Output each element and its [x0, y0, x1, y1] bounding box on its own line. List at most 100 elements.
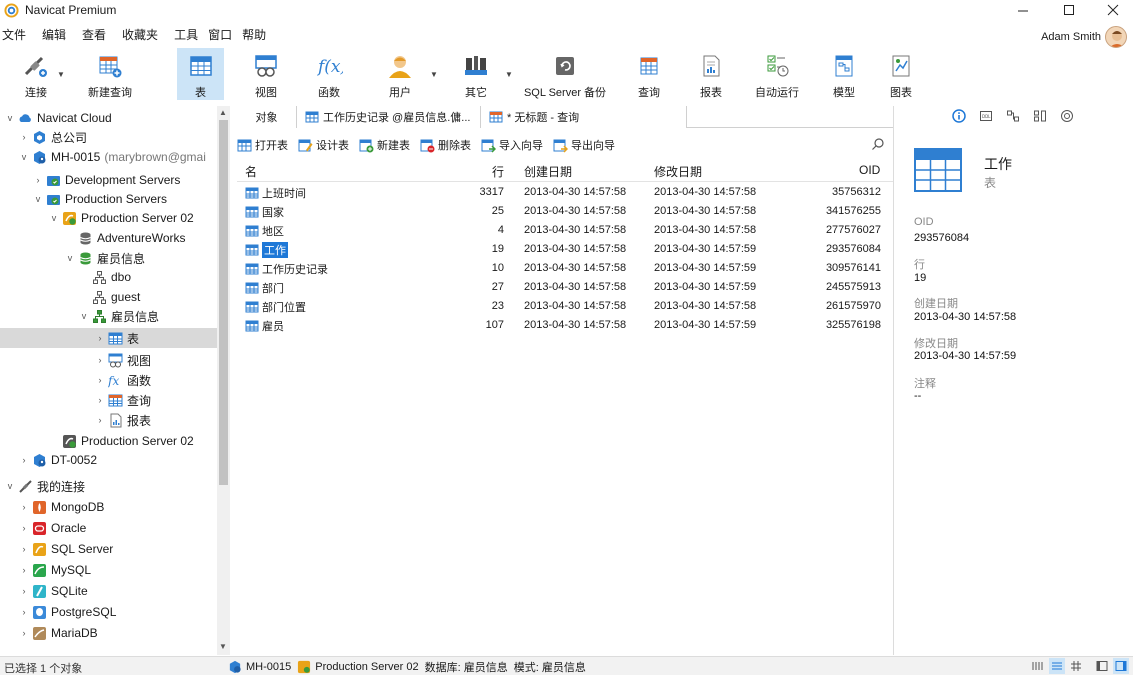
- user-dropdown-icon[interactable]: ▼: [430, 70, 438, 79]
- table-row[interactable]: 上班时间 3317 2013-04-30 14:57:58 2013-04-30 14…: [237, 184, 893, 203]
- tree-node-guest[interactable]: guest: [78, 287, 140, 307]
- collapse-icon[interactable]: ›: [18, 132, 30, 142]
- column-header-name[interactable]: 名: [245, 163, 257, 180]
- expand-icon[interactable]: v: [18, 152, 30, 162]
- tree-node-my-connections[interactable]: v 我的连接: [4, 476, 85, 496]
- menu-favorites[interactable]: 收藏夹: [114, 26, 166, 43]
- list-view-icon[interactable]: [1030, 658, 1046, 674]
- collapse-icon[interactable]: ›: [94, 355, 106, 365]
- toggle-nav-pane-icon[interactable]: [1094, 658, 1110, 674]
- expand-icon[interactable]: v: [48, 213, 60, 223]
- tree-node-prod-server-02[interactable]: v Production Server 02: [48, 208, 194, 228]
- new-table-button[interactable]: 新建表: [359, 137, 410, 153]
- collapse-icon[interactable]: ›: [18, 628, 30, 638]
- backup-toolbar-button[interactable]: SQL Server 备份: [524, 48, 606, 100]
- open-table-button[interactable]: 打开表: [237, 137, 288, 153]
- connect-dropdown-icon[interactable]: ▼: [57, 70, 65, 79]
- collapse-icon[interactable]: ›: [18, 544, 30, 554]
- tree-scrollbar[interactable]: ▲ ▼: [217, 106, 230, 655]
- expand-icon[interactable]: v: [78, 311, 90, 321]
- tree-node-adventureworks[interactable]: AdventureWorks: [64, 228, 185, 248]
- user-toolbar-button[interactable]: 用户: [382, 48, 418, 100]
- other-toolbar-button[interactable]: 其它: [456, 48, 496, 100]
- expand-icon[interactable]: v: [32, 194, 44, 204]
- table-row[interactable]: 工作 19 2013-04-30 14:57:58 2013-04-30 14:57:…: [237, 241, 893, 260]
- tree-node-prod-servers[interactable]: v Production Servers: [32, 189, 167, 209]
- report-toolbar-button[interactable]: 报表: [693, 48, 729, 100]
- chart-toolbar-button[interactable]: 图表: [883, 48, 919, 100]
- expand-icon[interactable]: v: [64, 253, 76, 263]
- tree-node-queries[interactable]: › 查询: [94, 390, 152, 410]
- collapse-icon[interactable]: ›: [18, 523, 30, 533]
- tree-node-sqlserver[interactable]: › SQL Server: [18, 539, 114, 559]
- tree-node-postgresql[interactable]: › PostgreSQL: [18, 602, 117, 622]
- detail-view-icon[interactable]: [1049, 658, 1065, 674]
- expand-icon[interactable]: v: [4, 113, 16, 123]
- user-account[interactable]: Adam Smith: [1041, 24, 1127, 50]
- minimize-button[interactable]: [1000, 0, 1046, 20]
- tree-node-dt0052[interactable]: › DT-0052: [18, 450, 98, 470]
- tree-node-mh0015[interactable]: v MH-0015 (marybrown@gmai: [18, 147, 206, 167]
- tree-node-navicat-cloud[interactable]: v Navicat Cloud: [4, 108, 112, 128]
- ddl-icon[interactable]: DDL: [979, 109, 993, 123]
- menu-tools[interactable]: 工具: [166, 26, 206, 43]
- tab-job-history[interactable]: 工作历史记录 @雇员信息.傭...: [297, 106, 481, 128]
- table-toolbar-button[interactable]: 表: [177, 48, 224, 100]
- dependency-icon[interactable]: [1006, 109, 1020, 123]
- table-row[interactable]: 国家 25 2013-04-30 14:57:58 2013-04-30 14:57:…: [237, 203, 893, 222]
- import-wizard-button[interactable]: 导入向导: [481, 137, 543, 153]
- tree-node-dbo[interactable]: dbo: [78, 267, 131, 287]
- scroll-down-icon[interactable]: ▼: [219, 642, 227, 651]
- tree-node-reports[interactable]: › 报表: [94, 410, 151, 430]
- model-toolbar-button[interactable]: 模型: [826, 48, 862, 100]
- menu-window[interactable]: 窗口: [206, 26, 240, 43]
- settings-icon[interactable]: [1060, 109, 1074, 123]
- collapse-icon[interactable]: ›: [18, 502, 30, 512]
- table-row[interactable]: 工作历史记录 10 2013-04-30 14:57:58 2013-04-30 14…: [237, 260, 893, 279]
- tree-node-employee-db[interactable]: v 雇员信息: [64, 248, 145, 268]
- maximize-button[interactable]: [1046, 0, 1092, 20]
- tree-node-sqlite[interactable]: › SQLite: [18, 581, 88, 601]
- column-header-created[interactable]: 创建日期: [524, 163, 572, 180]
- expand-icon[interactable]: v: [4, 481, 16, 491]
- design-table-button[interactable]: 设计表: [298, 137, 349, 153]
- other-dropdown-icon[interactable]: ▼: [505, 70, 513, 79]
- scrollbar-thumb[interactable]: [219, 120, 228, 485]
- table-row[interactable]: 雇员 107 2013-04-30 14:57:58 2013-04-30 14:57…: [237, 317, 893, 336]
- table-row[interactable]: 部门位置 23 2013-04-30 14:57:58 2013-04-30 14:5…: [237, 298, 893, 317]
- preview-icon[interactable]: [1033, 109, 1047, 123]
- column-header-oid[interactable]: OID: [859, 163, 880, 177]
- tree-node-tables[interactable]: › 表: [0, 328, 217, 348]
- collapse-icon[interactable]: ›: [94, 375, 106, 385]
- search-icon[interactable]: [871, 137, 885, 151]
- new-query-button[interactable]: 新建查询: [82, 48, 138, 100]
- collapse-icon[interactable]: ›: [18, 455, 30, 465]
- column-header-rows[interactable]: 行: [492, 163, 504, 180]
- tree-node-mariadb[interactable]: › MariaDB: [18, 623, 98, 643]
- collapse-icon[interactable]: ›: [18, 607, 30, 617]
- menu-edit[interactable]: 编辑: [34, 26, 74, 43]
- connect-button[interactable]: 连接: [14, 48, 58, 100]
- export-wizard-button[interactable]: 导出向导: [553, 137, 615, 153]
- collapse-icon[interactable]: ›: [18, 565, 30, 575]
- tab-untitled-query[interactable]: * 无标题 - 查询: [481, 106, 687, 128]
- delete-table-button[interactable]: 删除表: [420, 137, 471, 153]
- table-row[interactable]: 地区 4 2013-04-30 14:57:58 2013-04-30 14:57:5…: [237, 222, 893, 241]
- tree-node-prod-server-02b[interactable]: Production Server 02: [48, 431, 194, 451]
- grid-view-icon[interactable]: [1068, 658, 1084, 674]
- collapse-icon[interactable]: ›: [94, 333, 106, 343]
- tree-node-views[interactable]: › 视图: [94, 350, 151, 370]
- close-button[interactable]: [1090, 0, 1133, 20]
- query-toolbar-button[interactable]: 查询: [631, 48, 667, 100]
- collapse-icon[interactable]: ›: [18, 586, 30, 596]
- menu-view[interactable]: 查看: [74, 26, 114, 43]
- collapse-icon[interactable]: ›: [32, 175, 44, 185]
- function-toolbar-button[interactable]: f(x) 函数: [311, 48, 347, 100]
- collapse-icon[interactable]: ›: [94, 415, 106, 425]
- menu-help[interactable]: 帮助: [240, 26, 274, 43]
- info-icon[interactable]: [952, 109, 966, 123]
- column-header-modified[interactable]: 修改日期: [654, 163, 702, 180]
- tree-node-dev-servers[interactable]: › Development Servers: [32, 170, 181, 190]
- menu-file[interactable]: 文件: [0, 26, 34, 43]
- tree-node-employee-schema[interactable]: v 雇员信息: [78, 306, 159, 326]
